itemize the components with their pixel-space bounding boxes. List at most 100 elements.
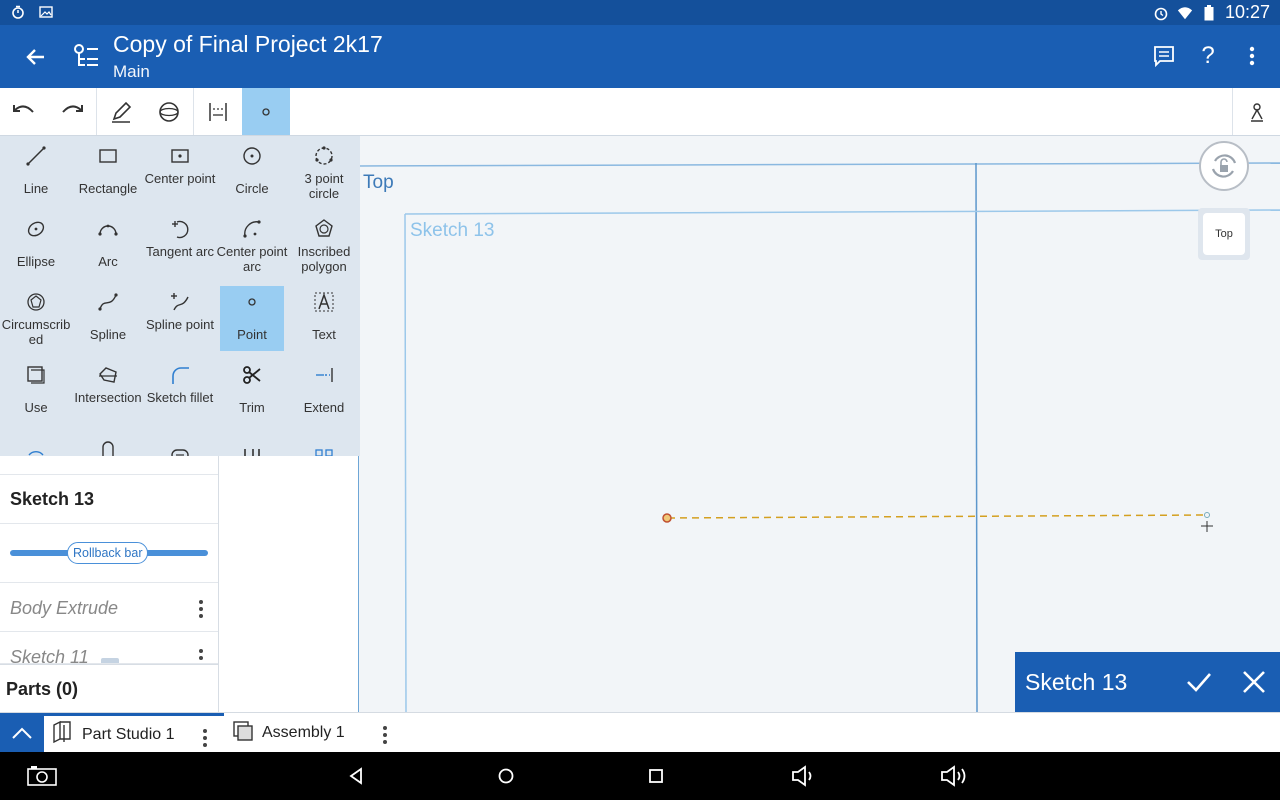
comment-icon[interactable] xyxy=(1152,41,1176,71)
sketch-label: Sketch 13 xyxy=(410,220,495,241)
tool-rectangle[interactable]: Rectangle xyxy=(72,136,144,202)
feature-item-body-extrude[interactable]: Body Extrude xyxy=(0,583,218,632)
rectangle-tool-icon xyxy=(97,145,119,167)
plane-label-top: Top xyxy=(363,172,394,193)
tool-partial-1[interactable] xyxy=(0,428,72,456)
tab-assembly-1[interactable]: Assembly 1 xyxy=(224,713,404,753)
extend-tool-icon xyxy=(313,364,335,386)
inscribed-polygon-icon xyxy=(313,218,335,240)
feature-name: Body Extrude xyxy=(10,598,119,618)
battery-icon xyxy=(1201,4,1217,21)
check-icon[interactable] xyxy=(1185,668,1213,696)
close-icon[interactable] xyxy=(1241,669,1267,695)
tool-spline[interactable]: Spline xyxy=(72,282,144,348)
three-point-circle-icon xyxy=(313,145,335,167)
use-tool-icon xyxy=(25,364,47,386)
tool-intersection[interactable]: Intersection xyxy=(72,355,144,421)
tool-ellipse[interactable]: Ellipse xyxy=(0,209,72,275)
more-vert-icon[interactable] xyxy=(1240,41,1264,71)
list-item[interactable]: Sketch 1 xyxy=(0,443,218,475)
tab-label: Part Studio 1 xyxy=(82,725,175,743)
tab-part-studio-1[interactable]: Part Studio 1 xyxy=(44,713,224,753)
arc-tool-icon xyxy=(97,218,119,240)
feature-item-active-sketch[interactable]: Sketch 13 xyxy=(0,475,218,524)
constraint-icon[interactable] xyxy=(194,88,242,135)
sphere-icon[interactable] xyxy=(145,88,193,135)
point-icon[interactable] xyxy=(242,88,290,135)
assembly-icon xyxy=(232,720,254,747)
center-point-rect-icon xyxy=(169,145,191,167)
offset-icon xyxy=(97,437,119,456)
tool-trim[interactable]: Trim xyxy=(216,355,288,421)
rotation-lock-icon[interactable] xyxy=(1199,141,1249,191)
help-icon[interactable]: ? xyxy=(1196,41,1220,71)
volume-up-icon[interactable] xyxy=(940,764,970,788)
center-point-arc-icon xyxy=(241,218,263,240)
feature-item-sketch-11[interactable]: Sketch 11 xyxy=(0,632,218,664)
document-title: Copy of Final Project 2k17 xyxy=(113,31,383,57)
tool-sketch-fillet[interactable]: Sketch fillet xyxy=(144,355,216,421)
mirror-icon xyxy=(241,437,263,456)
more-vert-icon[interactable] xyxy=(202,729,208,747)
point-tool-icon xyxy=(241,291,263,313)
parts-section[interactable]: Parts (0) xyxy=(0,664,218,712)
tool-3-point-circle[interactable]: 3 point circle xyxy=(288,136,360,202)
tool-extend[interactable]: Extend xyxy=(288,355,360,421)
tool-partial-5[interactable] xyxy=(288,428,360,456)
tool-line[interactable]: Line xyxy=(0,136,72,202)
home-nav-icon[interactable] xyxy=(491,764,521,788)
tangent-arc-icon xyxy=(169,218,191,240)
sketch-dialog-title: Sketch 13 xyxy=(1025,669,1128,695)
spline-point-icon xyxy=(169,291,191,313)
volume-down-icon[interactable] xyxy=(790,764,820,788)
back-arrow-icon[interactable] xyxy=(20,43,52,71)
sketch-tools-panel: Line Rectangle Center point Circle 3 poi… xyxy=(0,136,360,456)
image-icon xyxy=(38,4,54,20)
tool-spline-point[interactable]: Spline point xyxy=(144,282,216,348)
tool-arc[interactable]: Arc xyxy=(72,209,144,275)
ellipse-tool-icon xyxy=(25,218,47,240)
feature-name: Sketch 11 xyxy=(10,647,89,664)
circle-arc-icon xyxy=(25,437,47,456)
tool-point[interactable]: Point xyxy=(220,286,284,351)
undo-icon[interactable] xyxy=(0,88,48,135)
tool-circle[interactable]: Circle xyxy=(216,136,288,202)
tool-partial-3[interactable] xyxy=(144,428,216,456)
panel-filler xyxy=(219,455,358,712)
chevron-up-icon[interactable] xyxy=(0,713,44,753)
tool-partial-2[interactable] xyxy=(72,428,144,456)
tool-tangent-arc[interactable]: Tangent arc xyxy=(144,209,216,275)
recents-nav-icon[interactable] xyxy=(641,764,671,788)
spline-tool-icon xyxy=(97,291,119,313)
back-nav-icon[interactable] xyxy=(341,764,371,788)
view-cube[interactable]: Top xyxy=(1198,208,1250,260)
redo-icon[interactable] xyxy=(48,88,96,135)
line-tool-icon xyxy=(25,145,47,167)
app-bar: Copy of Final Project 2k17 Main ? xyxy=(0,25,1280,88)
rollback-bar-label[interactable]: Rollback bar xyxy=(67,542,149,564)
workspace-name: Main xyxy=(113,62,150,81)
more-vert-icon[interactable] xyxy=(198,649,204,663)
wifi-icon xyxy=(1177,5,1193,21)
tool-circumscribed-polygon[interactable]: Circumscribed xyxy=(0,282,72,348)
part-studio-icon xyxy=(50,720,74,749)
tool-use[interactable]: Use xyxy=(0,355,72,421)
feature-tree-icon[interactable] xyxy=(72,41,100,71)
tool-text[interactable]: Text xyxy=(288,282,360,348)
text-tool-icon xyxy=(313,291,335,313)
appearance-icon[interactable] xyxy=(1233,88,1280,135)
trim-tool-icon xyxy=(241,364,263,386)
alarm-icon xyxy=(1153,5,1169,21)
tool-center-point-arc[interactable]: Center point arc xyxy=(216,209,288,275)
graphics-canvas[interactable]: Top Sketch 13 xyxy=(358,136,1280,712)
more-vert-icon[interactable] xyxy=(198,600,204,618)
tool-partial-4[interactable] xyxy=(216,428,288,456)
tool-center-point-rect[interactable]: Center point xyxy=(144,136,216,202)
more-vert-icon[interactable] xyxy=(382,726,388,744)
pattern-icon xyxy=(313,437,335,456)
view-cube-top-face[interactable]: Top xyxy=(1203,213,1245,255)
circle-tool-icon xyxy=(241,145,263,167)
tool-inscribed-polygon[interactable]: Inscribed polygon xyxy=(288,209,360,275)
screenshot-icon[interactable] xyxy=(27,764,57,788)
sketch-pencil-icon[interactable] xyxy=(97,88,145,135)
